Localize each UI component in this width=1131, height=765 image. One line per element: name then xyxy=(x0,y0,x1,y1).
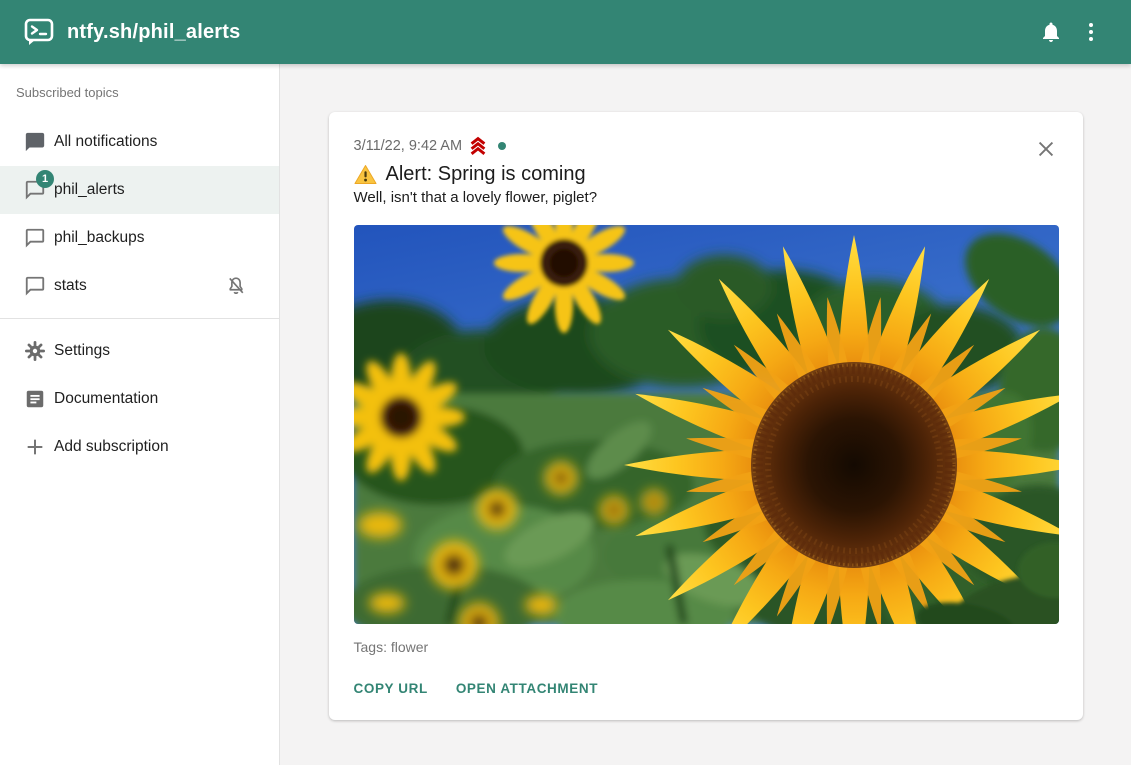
sidebar-item-label: phil_alerts xyxy=(54,181,125,199)
bell-off-icon xyxy=(225,275,247,297)
sidebar-item-phil-backups[interactable]: phil_backups xyxy=(0,214,279,262)
priority-high-icon xyxy=(467,135,489,157)
app-title: ntfy.sh/phil_alerts xyxy=(67,21,240,44)
sidebar-item-documentation[interactable]: Documentation xyxy=(0,375,279,423)
warning-triangle-icon xyxy=(354,163,377,186)
attachment-image-sunflower[interactable] xyxy=(354,225,1059,624)
notification-meta: 3/11/22, 9:42 AM xyxy=(354,137,1058,155)
sidebar-item-all-notifications[interactable]: All notifications xyxy=(0,118,279,166)
close-notification-icon[interactable] xyxy=(1033,136,1059,162)
sidebar-item-phil-alerts[interactable]: 1 phil_alerts xyxy=(0,166,279,214)
sidebar-item-settings[interactable]: Settings xyxy=(0,327,279,375)
main-content: 3/11/22, 9:42 AM xyxy=(280,64,1131,765)
timestamp: 3/11/22, 9:42 AM xyxy=(354,138,463,154)
overflow-menu-icon[interactable] xyxy=(1071,12,1111,52)
article-icon xyxy=(23,387,47,411)
sidebar-item-label: Add subscription xyxy=(54,438,169,456)
sidebar: Subscribed topics All notifications 1 ph… xyxy=(0,64,280,765)
copy-url-button[interactable]: COPY URL xyxy=(354,681,428,696)
notification-actions: COPY URL OPEN ATTACHMENT xyxy=(354,681,1058,696)
sidebar-item-label: All notifications xyxy=(54,133,157,151)
chat-bubble-filled-icon xyxy=(23,130,47,154)
chat-bubble-outline-icon xyxy=(23,274,47,298)
unread-count-badge: 1 xyxy=(36,170,54,188)
notification-body: Well, isn't that a lovely flower, piglet… xyxy=(354,189,1058,206)
sidebar-item-label: Documentation xyxy=(54,390,158,408)
app-bar: ntfy.sh/phil_alerts xyxy=(0,0,1131,64)
gear-icon xyxy=(23,339,47,363)
ntfy-terminal-logo-icon[interactable] xyxy=(24,18,54,46)
sidebar-item-label: Settings xyxy=(54,342,110,360)
sidebar-item-label: stats xyxy=(54,277,87,295)
notifications-bell-icon[interactable] xyxy=(1031,12,1071,52)
sidebar-item-label: phil_backups xyxy=(54,229,144,247)
chat-bubble-outline-icon xyxy=(23,226,47,250)
subscribed-topics-label: Subscribed topics xyxy=(0,82,279,102)
open-attachment-button[interactable]: OPEN ATTACHMENT xyxy=(456,681,598,696)
new-notification-dot-icon xyxy=(498,142,506,150)
notification-title-row: Alert: Spring is coming xyxy=(354,163,1058,186)
chat-bubble-outline-icon: 1 xyxy=(23,178,47,202)
notification-title: Alert: Spring is coming xyxy=(386,163,586,186)
plus-icon xyxy=(23,435,47,459)
sidebar-divider xyxy=(0,318,279,319)
notification-card: 3/11/22, 9:42 AM xyxy=(329,112,1083,720)
notification-tags: Tags: flower xyxy=(354,639,1058,655)
sidebar-item-add-subscription[interactable]: Add subscription xyxy=(0,423,279,471)
sidebar-item-stats[interactable]: stats xyxy=(0,262,279,310)
